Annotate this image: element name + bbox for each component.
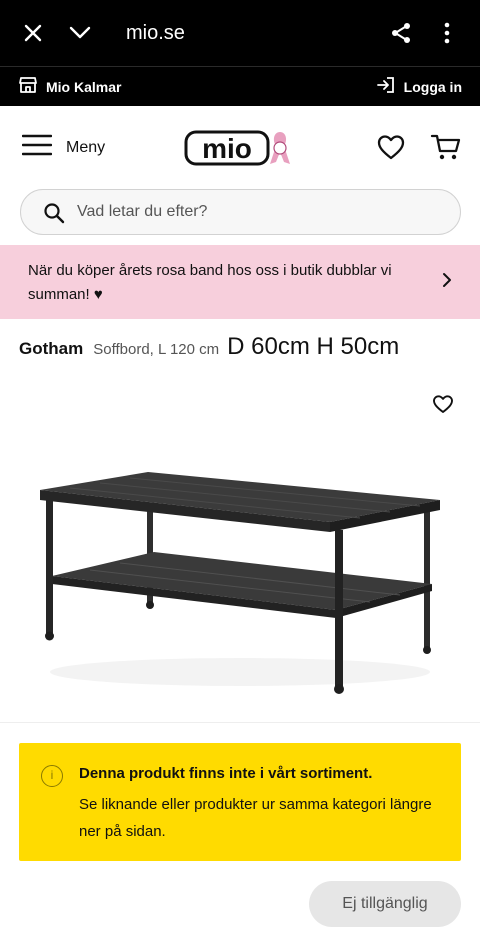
store-selector[interactable]: Mio Kalmar [18,76,121,97]
menu-button[interactable]: Meny [21,134,106,161]
product-favorite-icon[interactable] [432,393,454,415]
store-bar: Mio Kalmar Logga in [0,66,480,106]
more-vert-icon[interactable] [434,20,460,46]
unavailable-button[interactable]: Ej tillgänglig [309,881,461,927]
login-icon [376,76,396,97]
product-title: Gotham Soffbord, L 120 cm D 60cm H 50cm [19,333,469,361]
notice-body: Se liknande eller produkter ur samma kat… [79,796,432,840]
assortment-notice: i Denna produkt finns inte i vårt sortim… [19,743,461,861]
favorites-icon[interactable] [376,132,406,162]
search-bar[interactable] [20,189,461,235]
promo-banner[interactable]: När du köper årets rosa band hos oss i b… [0,245,480,319]
login-link[interactable]: Logga in [376,76,462,97]
login-label: Logga in [403,78,462,95]
chevron-down-icon[interactable] [67,20,93,46]
search-input[interactable] [77,200,437,224]
product-brand: Gotham [19,339,84,358]
mio-logo[interactable]: mio [184,126,296,170]
close-icon[interactable] [20,20,46,46]
search-icon [43,202,65,229]
notice-heading: Denna produkt finns inte i vårt sortimen… [79,765,373,782]
menu-label: Meny [66,138,106,156]
info-icon: i [41,765,63,787]
cart-icon[interactable] [430,132,461,162]
browser-toolbar: mio.se [0,0,480,66]
chevron-right-icon [442,272,452,293]
store-name: Mio Kalmar [46,78,122,95]
product-image[interactable] [30,460,450,700]
product-description: Soffbord, L 120 cm [93,341,220,358]
product-dimensions: D 60cm H 50cm [227,333,400,360]
hamburger-icon [21,134,53,161]
logo-text: mio [202,133,252,164]
store-icon [18,76,38,97]
site-header: Meny mio [0,106,480,186]
promo-text: När du köper årets rosa band hos oss i b… [28,262,392,303]
url-text[interactable]: mio.se [126,20,185,46]
share-icon[interactable] [388,20,414,46]
divider [0,722,480,723]
